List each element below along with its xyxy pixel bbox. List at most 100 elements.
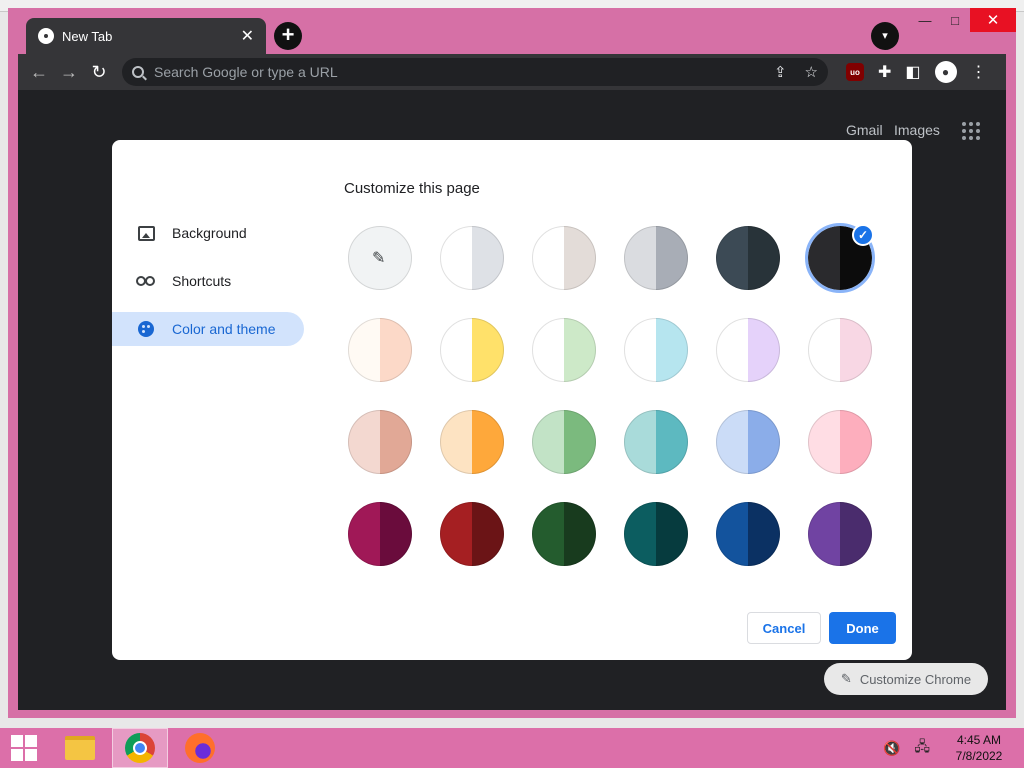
color-swatch-dark-blue[interactable] xyxy=(716,502,780,566)
customize-chrome-button[interactable]: ✎ Customize Chrome xyxy=(824,663,988,695)
color-swatch-dark-red[interactable] xyxy=(440,502,504,566)
start-button[interactable] xyxy=(0,728,48,768)
customize-chrome-label: Customize Chrome xyxy=(859,671,972,687)
tab-new-tab[interactable]: New Tab ✕ xyxy=(26,18,266,54)
close-window-button[interactable]: ✕ xyxy=(970,8,1016,32)
swatch-outline xyxy=(348,502,412,566)
forward-button[interactable]: → xyxy=(54,57,84,87)
nav-item-label: Color and theme xyxy=(172,321,276,337)
color-swatch-light-teal-white[interactable] xyxy=(624,318,688,382)
swatch-outline xyxy=(716,502,780,566)
images-link[interactable]: Images xyxy=(894,122,940,138)
color-swatch-warm-grey[interactable] xyxy=(532,226,596,290)
swatch-outline xyxy=(624,226,688,290)
color-swatch-beige-white[interactable] xyxy=(348,318,412,382)
swatch-outline xyxy=(716,410,780,474)
swatch-outline xyxy=(440,226,504,290)
nav-item-color-and-theme[interactable]: Color and theme xyxy=(112,312,304,346)
ublock-extension-icon[interactable]: uo xyxy=(846,63,864,81)
color-swatch-cool-grey[interactable] xyxy=(624,226,688,290)
new-tab-button[interactable]: + xyxy=(274,22,302,50)
google-apps-icon[interactable] xyxy=(962,122,980,140)
network-icon[interactable]: 🖧 xyxy=(914,736,930,760)
color-swatch-pink-white[interactable] xyxy=(808,318,872,382)
color-swatch-grid: ✎ ✓ xyxy=(348,223,880,574)
swatch-outline xyxy=(532,502,596,566)
omnibox[interactable]: Search Google or type a URL ⇪ ☆ xyxy=(122,58,828,86)
swatch-outline xyxy=(348,410,412,474)
reload-button[interactable]: ↻ xyxy=(84,57,114,87)
clock-date: 7/8/2022 xyxy=(955,749,1003,763)
nav-item-background[interactable]: Background xyxy=(112,216,304,250)
color-swatch-black[interactable]: ✓ xyxy=(805,223,875,293)
swatch-outline xyxy=(624,318,688,382)
swatch-outline xyxy=(808,318,872,382)
window-controls: — □ ✕ xyxy=(910,8,1016,32)
chrome-icon xyxy=(125,733,155,763)
color-swatch-green-white[interactable] xyxy=(532,318,596,382)
swatch-outline xyxy=(716,318,780,382)
color-swatch-light-blue[interactable] xyxy=(716,410,780,474)
done-button[interactable]: Done xyxy=(829,612,896,644)
color-swatch-light-teal[interactable] xyxy=(624,410,688,474)
color-swatch-default[interactable] xyxy=(440,226,504,290)
tab-title: New Tab xyxy=(62,28,113,44)
swatch-outline xyxy=(348,318,412,382)
checkmark-icon: ✓ xyxy=(852,224,874,246)
color-swatch-light-pink[interactable] xyxy=(808,410,872,474)
cancel-button[interactable]: Cancel xyxy=(747,612,821,644)
profile-avatar[interactable]: ● xyxy=(934,61,957,83)
color-swatch-dark-green[interactable] xyxy=(532,502,596,566)
taskbar-chrome[interactable] xyxy=(112,728,168,768)
link-icon xyxy=(136,271,156,291)
dialog-title: Customize this page xyxy=(344,180,480,197)
nav-item-shortcuts[interactable]: Shortcuts xyxy=(112,264,304,298)
minimize-button[interactable]: — xyxy=(910,8,940,32)
swatch-outline xyxy=(348,226,412,290)
share-icon[interactable]: ⇪ xyxy=(774,63,787,81)
image-icon xyxy=(136,223,156,243)
dialog-nav: Background Shortcuts Color and theme xyxy=(112,216,304,360)
bookmark-star-icon[interactable]: ☆ xyxy=(805,63,818,81)
swatch-outline xyxy=(532,226,596,290)
swatch-outline xyxy=(624,502,688,566)
clock-time: 4:45 AM xyxy=(956,733,1002,747)
color-swatch-dark-pink[interactable] xyxy=(348,502,412,566)
nav-item-label: Background xyxy=(172,225,247,241)
swatch-outline xyxy=(716,226,780,290)
extensions-puzzle-icon[interactable]: ✚ xyxy=(878,62,891,82)
gmail-link[interactable]: Gmail xyxy=(846,122,883,138)
clock[interactable]: 4:45 AM 7/8/2022 xyxy=(944,732,1014,764)
color-swatch-orange[interactable] xyxy=(440,410,504,474)
tab-strip: New Tab ✕ + ▾ xyxy=(8,8,1016,54)
color-swatch-midnight-blue[interactable] xyxy=(716,226,780,290)
nav-item-label: Shortcuts xyxy=(172,273,232,289)
color-swatch-dark-teal[interactable] xyxy=(624,502,688,566)
palette-icon xyxy=(136,319,156,339)
color-swatch-yellow-white[interactable] xyxy=(440,318,504,382)
chrome-tab-icon xyxy=(38,28,54,44)
tab-close-icon[interactable]: ✕ xyxy=(241,26,254,46)
color-swatch-salmon[interactable] xyxy=(348,410,412,474)
swatch-outline xyxy=(440,410,504,474)
omnibox-placeholder: Search Google or type a URL xyxy=(154,64,338,80)
taskbar-firefox[interactable] xyxy=(172,728,228,768)
color-swatch-purple[interactable] xyxy=(808,502,872,566)
color-swatch-green[interactable] xyxy=(532,410,596,474)
color-swatch-custom-color[interactable]: ✎ xyxy=(348,226,412,290)
swatch-outline xyxy=(808,502,872,566)
color-swatch-light-purple-white[interactable] xyxy=(716,318,780,382)
search-icon xyxy=(132,66,144,78)
maximize-button[interactable]: □ xyxy=(940,8,970,32)
taskbar-file-explorer[interactable] xyxy=(52,728,108,768)
folder-icon xyxy=(65,736,95,760)
customize-dialog: Customize this page Background Shortcuts… xyxy=(112,140,912,660)
windows-logo-icon xyxy=(11,735,37,761)
chrome-menu-icon[interactable]: ⋮ xyxy=(971,62,987,82)
back-button[interactable]: ← xyxy=(24,57,54,87)
volume-muted-icon[interactable]: 🔇 xyxy=(883,740,900,757)
swatch-outline xyxy=(440,502,504,566)
side-panel-icon[interactable]: ◧ xyxy=(905,62,920,82)
pencil-icon: ✎ xyxy=(840,671,852,686)
tab-search-button[interactable]: ▾ xyxy=(871,22,899,50)
